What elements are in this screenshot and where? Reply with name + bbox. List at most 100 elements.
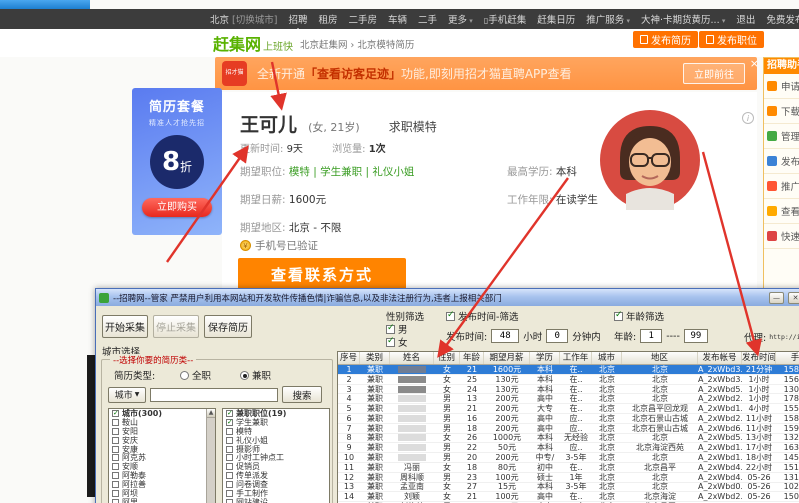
checkbox-icon: [446, 310, 455, 321]
column-header-类别[interactable]: 类别: [360, 352, 390, 364]
cell-acct: A_2xWbd2..: [698, 394, 742, 404]
city-list-scrollbar[interactable]: ▲: [206, 409, 215, 503]
column-header-城市[interactable]: 城市: [592, 352, 622, 364]
list-item-阿里[interactable]: 阿里: [109, 498, 206, 503]
view-contact-button[interactable]: 查看联系方式: [238, 258, 406, 291]
age-to-input[interactable]: [683, 329, 708, 343]
hours-input[interactable]: [491, 329, 520, 343]
column-header-发布时间[interactable]: 发布时间: [742, 352, 776, 364]
sidebar-item-管理简历[interactable]: 管理简历: [764, 124, 799, 149]
topnav-item-label: 二手房: [348, 15, 378, 26]
sidebar-item-发布职位[interactable]: 发布职位: [764, 149, 799, 174]
column-header-手机号[interactable]: 手机号: [776, 352, 799, 364]
gender-female-checkbox[interactable]: 女: [386, 335, 408, 349]
checkbox-icon: [226, 489, 233, 497]
resume-type-label: 简历类型:: [114, 371, 156, 382]
info-icon[interactable]: i: [742, 112, 754, 124]
tool-titlebar[interactable]: --招聘网--管家 严禁用户利用本网站和开发软件传播色情|诈骗信息,以及非法注册…: [96, 289, 799, 306]
sidebar-item-申请简历[interactable]: 申请简历: [764, 74, 799, 99]
sidebar-item-推广服务[interactable]: 推广服务: [764, 174, 799, 199]
topnav-item-车辆[interactable]: 车辆: [388, 12, 407, 26]
cell-name: [390, 365, 434, 374]
post-job-button[interactable]: 发布职位: [699, 31, 764, 48]
sidebar-item-icon: [767, 131, 777, 141]
topnav-item-二手[interactable]: 二手: [418, 12, 437, 26]
sidebar-item-icon: [767, 156, 777, 166]
age-filter-checkbox[interactable]: 年龄筛选: [614, 309, 664, 323]
censored-name-box: [398, 405, 426, 413]
minimize-button[interactable]: —: [769, 291, 784, 304]
site-logo[interactable]: 赶集网 上班快: [213, 31, 293, 55]
topnav-item-label: 车辆: [388, 15, 408, 26]
buy-now-button[interactable]: 立即购买: [142, 198, 212, 217]
topnav-item-手机赶集[interactable]: ▯手机赶集: [484, 12, 526, 26]
radio-parttime[interactable]: 兼职: [240, 368, 271, 382]
field-value: 在读学生: [555, 194, 598, 206]
post-resume-button[interactable]: 发布简历: [633, 31, 698, 48]
banner-go-button[interactable]: 立即前往: [683, 63, 745, 84]
sidebar-item-查看简历[interactable]: 查看简历: [764, 199, 799, 224]
banner-close-icon[interactable]: ×: [750, 57, 759, 70]
save-resume-button[interactable]: 保存简历: [204, 315, 252, 338]
topnav-item-更多[interactable]: 更多 ▾: [448, 12, 473, 26]
results-table: 序号类别姓名性别年龄期望月薪学历工作年城市地区发布帐号发布时间手机号 1兼职女2…: [337, 351, 799, 503]
column-header-发布帐号[interactable]: 发布帐号: [698, 352, 742, 364]
sidebar-item-快速入口[interactable]: 快速入口: [764, 224, 799, 249]
start-collect-button[interactable]: 开始采集: [102, 315, 148, 338]
city-combo[interactable]: 城市 ▼: [108, 386, 146, 403]
switch-city-link[interactable]: [切换城市]: [232, 15, 277, 26]
topnav-item-招聘[interactable]: 招聘: [288, 12, 307, 32]
topnav-item-label: 更多: [448, 15, 468, 26]
screen: 北京 [切换城市] 招聘 租房 二手房 车辆 二手 更多 ▾ ▯手机赶集 赶集日历 推广服务 ▾…: [0, 0, 799, 503]
radio-fulltime[interactable]: 全职: [180, 368, 211, 382]
cell-name: [390, 404, 434, 413]
sidebar-item-下载简历[interactable]: 下载简历: [764, 99, 799, 124]
column-header-期望月薪[interactable]: 期望月薪: [484, 352, 530, 364]
checkbox-icon: [226, 409, 233, 417]
column-header-序号[interactable]: 序号: [338, 352, 360, 364]
censored-name-box: [398, 434, 426, 442]
stop-collect-button[interactable]: 停止采集: [153, 315, 199, 338]
column-header-年龄[interactable]: 年龄: [460, 352, 484, 364]
topnav-item-大神·卡期货黄历...[interactable]: 大神·卡期货黄历... ▾: [641, 12, 725, 26]
topnav-item-推广服务[interactable]: 推广服务 ▾: [586, 12, 630, 26]
checkbox-icon: [112, 418, 119, 426]
promo-banner[interactable]: 招才猫 全新开通「查看访客足迹」功能,即刻用招才猫直聘APP查看 立即前往 ×: [215, 57, 759, 90]
zhaocaimao-app-icon: 招才猫: [222, 61, 247, 86]
topnav-item-赶集日历[interactable]: 赶集日历: [537, 12, 575, 26]
column-header-姓名[interactable]: 姓名: [390, 352, 434, 364]
cell-acct: A_2xWbd2..: [698, 492, 742, 502]
column-header-工作年[interactable]: 工作年: [560, 352, 592, 364]
column-header-性别[interactable]: 性别: [434, 352, 460, 364]
column-header-地区[interactable]: 地区: [622, 352, 698, 364]
field-value[interactable]: 模特 | 学生兼职 | 礼仪小姐: [289, 166, 414, 178]
city-selector[interactable]: 北京 [切换城市]: [210, 12, 277, 26]
time-filter-checkbox[interactable]: 发布时间-筛选: [446, 309, 518, 323]
city-search-input[interactable]: [150, 387, 278, 402]
gender-male-checkbox[interactable]: 男: [386, 322, 408, 336]
topnav-item-label: 二手: [418, 15, 438, 26]
list-item-网站建设[interactable]: 网站建设: [223, 498, 329, 503]
topnav-item-二手房[interactable]: 二手房: [349, 12, 378, 26]
time-label: 发布时间:: [446, 332, 488, 343]
column-header-学历[interactable]: 学历: [530, 352, 560, 364]
checkbox-icon: [226, 418, 233, 426]
logo-text: 赶集网: [213, 35, 262, 54]
checkbox-icon: [226, 436, 233, 444]
topnav-item-免费发布信息[interactable]: 免费发布信息: [766, 12, 799, 26]
update-time-label: 更新时间:: [240, 144, 284, 155]
age-from-input[interactable]: [640, 329, 663, 343]
close-button[interactable]: ✕: [788, 291, 799, 304]
resume-type-groupbox: --选择你要的简历类-- 简历类型: 全职 兼职 城市▼ 搜索 城市(300)鞍…: [101, 354, 333, 503]
resume-package-ad[interactable]: 简历套餐 精准人才抢先招 8 折 立即购买: [132, 88, 222, 235]
topnav-item-退出[interactable]: 退出: [736, 12, 755, 26]
fulltime-label: 全职: [192, 371, 212, 382]
breadcrumb-home[interactable]: 北京赶集网: [300, 40, 348, 51]
minutes-input[interactable]: [546, 329, 569, 343]
list-item-label: 阿里: [122, 497, 138, 503]
search-button[interactable]: 搜索: [282, 386, 322, 403]
checkbox-icon: [386, 323, 395, 334]
topnav-item-租房[interactable]: 租房: [318, 12, 337, 26]
cell-acct: A_2xWbd4..: [698, 462, 742, 472]
phone-verified-label: 手机号已验证: [255, 240, 318, 252]
